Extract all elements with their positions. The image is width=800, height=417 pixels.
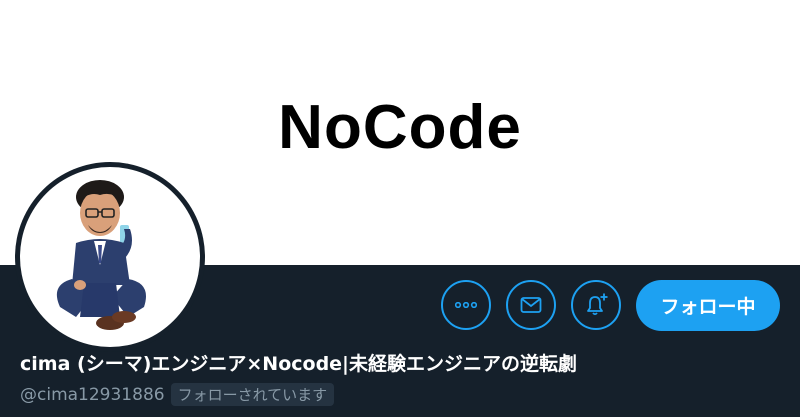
more-dots-icon	[455, 302, 477, 308]
more-button[interactable]	[441, 280, 491, 330]
message-button[interactable]	[506, 280, 556, 330]
notifications-button[interactable]	[571, 280, 621, 330]
display-name: cima (シーマ)エンジニア×Nocode|未経験エンジニアの逆転劇	[20, 353, 577, 375]
avatar-image	[20, 167, 200, 347]
user-handle: @cima12931886	[20, 384, 165, 405]
follows-you-badge: フォローされています	[170, 383, 335, 406]
bell-plus-icon	[587, 293, 608, 316]
banner-text: NoCode	[278, 93, 522, 162]
envelope-icon	[520, 297, 542, 313]
profile-header: NoCode フォロー中 cima (シーマ)エンジニア×Nocode|未経験エ…	[0, 0, 800, 417]
avatar[interactable]	[15, 162, 205, 352]
handle-row: @cima12931886 フォローされています	[20, 383, 335, 406]
following-button[interactable]: フォロー中	[636, 280, 780, 331]
